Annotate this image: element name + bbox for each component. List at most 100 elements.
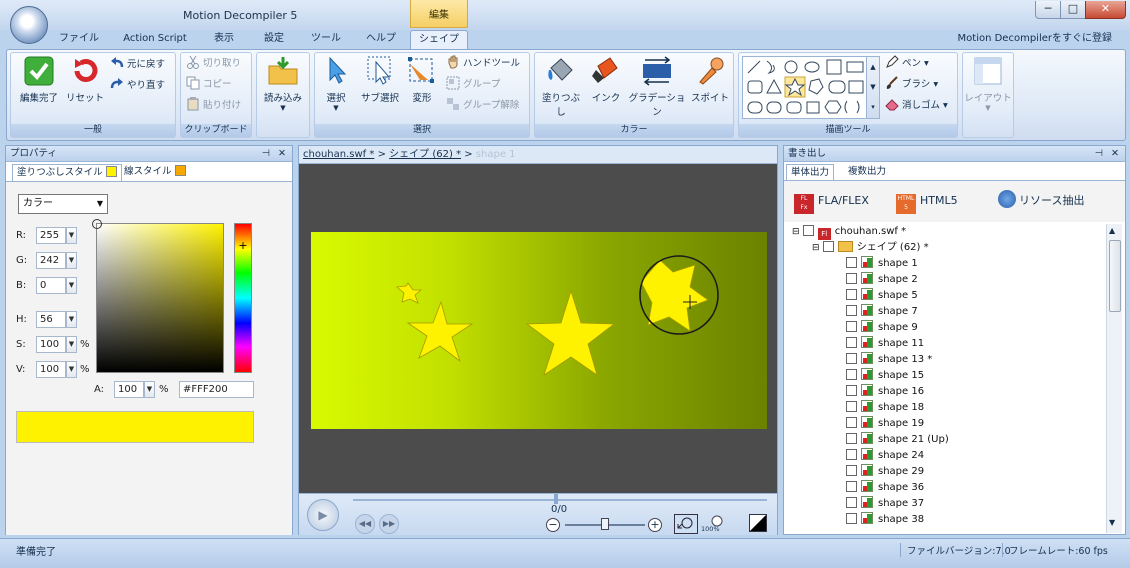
tree-checkbox[interactable]	[846, 465, 857, 476]
redo-button[interactable]: やり直す	[110, 77, 165, 95]
g-input[interactable]: 242	[36, 252, 66, 269]
tree-checkbox[interactable]	[846, 289, 857, 300]
load-button[interactable]: 読み込み ▼	[258, 56, 308, 112]
v-input[interactable]: 100	[36, 361, 66, 378]
g-dropdown-icon[interactable]: ▼	[66, 252, 77, 269]
tree-checkbox[interactable]	[846, 337, 857, 348]
tree-checkbox[interactable]	[822, 241, 834, 252]
tree-item-shape[interactable]: shape 21 (Up)	[786, 432, 1106, 448]
tree-folder[interactable]: ⊟ シェイプ (62) *	[786, 240, 1106, 256]
scroll-down-icon[interactable]: ▼	[1109, 518, 1115, 527]
tab-file[interactable]: ファイル	[56, 30, 102, 49]
s-dropdown-icon[interactable]: ▼	[66, 336, 77, 353]
hue-slider[interactable]: +	[234, 223, 252, 373]
tree-checkbox[interactable]	[846, 369, 857, 380]
tree-item-shape[interactable]: shape 5	[786, 288, 1106, 304]
hex-input[interactable]: #FFF200	[179, 381, 254, 398]
select-tool-button[interactable]: 選択 ▼	[318, 56, 354, 112]
tab-shape[interactable]: シェイプ	[410, 30, 468, 50]
brush-tool-button[interactable]: ブラシ ▾	[885, 76, 938, 94]
tree-item-shape[interactable]: shape 1	[786, 256, 1106, 272]
tree-checkbox[interactable]	[846, 273, 857, 284]
r-input[interactable]: 255	[36, 227, 66, 244]
sv-picker-handle[interactable]	[92, 219, 102, 229]
h-dropdown-icon[interactable]: ▼	[66, 311, 77, 328]
scroll-thumb[interactable]	[1109, 240, 1121, 312]
cut-button[interactable]: 切り取り	[186, 55, 241, 73]
tree-scrollbar[interactable]: ▲ ▼	[1106, 224, 1122, 533]
app-menu-orb-icon[interactable]	[10, 6, 48, 44]
transform-tool-button[interactable]: 変形	[406, 56, 438, 104]
finish-edit-button[interactable]: 編集完了	[14, 56, 64, 104]
fill-tool-button[interactable]: 塗りつぶし	[538, 56, 584, 118]
a-input[interactable]: 100	[114, 381, 144, 398]
dropper-tool-button[interactable]: スポイト	[690, 56, 730, 104]
hue-slider-handle[interactable]: +	[238, 240, 248, 252]
tree-item-shape[interactable]: shape 37	[786, 496, 1106, 512]
timeline-handle[interactable]	[554, 494, 558, 504]
close-icon[interactable]: ✕	[1111, 146, 1119, 161]
minimize-button[interactable]: ─	[1035, 1, 1061, 19]
timeline-track[interactable]	[353, 499, 767, 501]
tree-checkbox[interactable]	[846, 305, 857, 316]
a-dropdown-icon[interactable]: ▼	[144, 381, 155, 398]
collapse-icon[interactable]: ⊟	[812, 243, 820, 253]
close-icon[interactable]: ✕	[278, 146, 286, 161]
tab-tools[interactable]: ツール	[304, 30, 348, 49]
tree-item-shape[interactable]: shape 24	[786, 448, 1106, 464]
saturation-value-picker[interactable]	[92, 219, 224, 373]
zoom-100-button[interactable]: 100%	[701, 514, 727, 534]
group-button[interactable]: グループ	[446, 76, 500, 94]
pin-icon[interactable]: ⊣	[262, 146, 270, 161]
tree-item-shape[interactable]: shape 18	[786, 400, 1106, 416]
tree-checkbox[interactable]	[846, 449, 857, 460]
zoom-slider-handle[interactable]	[601, 518, 609, 530]
tab-settings[interactable]: 設定	[254, 30, 294, 49]
stage-canvas[interactable]	[311, 232, 767, 429]
extract-resource-button[interactable]: リソース抽出	[998, 190, 1084, 212]
tree-item-shape[interactable]: shape 15	[786, 368, 1106, 384]
tree-item-shape[interactable]: shape 9	[786, 320, 1106, 336]
tab-actionscript[interactable]: Action Script	[116, 30, 194, 49]
tree-item-shape[interactable]: shape 38	[786, 512, 1106, 528]
next-frame-button[interactable]: ▶▶	[379, 514, 399, 534]
tree-checkbox[interactable]	[846, 433, 857, 444]
export-fla-button[interactable]: FL Fx FLA/FLEX	[794, 190, 869, 214]
tree-checkbox[interactable]	[846, 401, 857, 412]
fit-zoom-button[interactable]	[674, 514, 698, 534]
color-mode-select[interactable]: カラー ▼	[18, 194, 108, 214]
tree-item-shape[interactable]: shape 2	[786, 272, 1106, 288]
prev-frame-button[interactable]: ◀◀	[355, 514, 375, 534]
gradient-tool-button[interactable]: グラデーション	[626, 56, 688, 118]
layout-button[interactable]: レイアウト ▼	[964, 56, 1012, 112]
tab-multi-export[interactable]: 複数出力	[844, 164, 890, 181]
breadcrumb-shape-group[interactable]: シェイプ (62) *	[389, 149, 461, 160]
s-input[interactable]: 100	[36, 336, 66, 353]
tab-view[interactable]: 表示	[204, 30, 244, 49]
tree-checkbox[interactable]	[846, 385, 857, 396]
r-dropdown-icon[interactable]: ▼	[66, 227, 77, 244]
copy-button[interactable]: コピー	[186, 76, 232, 94]
tree-checkbox[interactable]	[846, 321, 857, 332]
tree-checkbox[interactable]	[846, 417, 857, 428]
tree-checkbox[interactable]	[846, 481, 857, 492]
tab-single-export[interactable]: 単体出力	[786, 164, 835, 181]
eraser-tool-button[interactable]: 消しゴム ▾	[885, 97, 948, 115]
pen-tool-button[interactable]: ペン ▾	[885, 55, 929, 73]
undo-button[interactable]: 元に戻す	[110, 56, 165, 74]
tree-checkbox[interactable]	[802, 225, 814, 236]
b-input[interactable]: 0	[36, 277, 66, 294]
shape-gallery-scroll[interactable]: ▲ ▼ ▾	[866, 56, 880, 119]
v-dropdown-icon[interactable]: ▼	[66, 361, 77, 378]
ink-tool-button[interactable]: インク	[588, 56, 624, 104]
breadcrumb-file[interactable]: chouhan.swf *	[303, 149, 374, 160]
collapse-icon[interactable]: ⊟	[792, 227, 800, 237]
ungroup-button[interactable]: グループ解除	[446, 97, 519, 115]
tab-line-style[interactable]: 線スタイル	[120, 164, 190, 182]
b-dropdown-icon[interactable]: ▼	[66, 277, 77, 294]
subselect-tool-button[interactable]: サブ選択	[356, 56, 404, 104]
tree-item-shape[interactable]: shape 16	[786, 384, 1106, 400]
hand-tool-button[interactable]: ハンドツール	[446, 55, 520, 73]
tree-checkbox[interactable]	[846, 257, 857, 268]
zoom-in-button[interactable]: +	[648, 518, 662, 532]
